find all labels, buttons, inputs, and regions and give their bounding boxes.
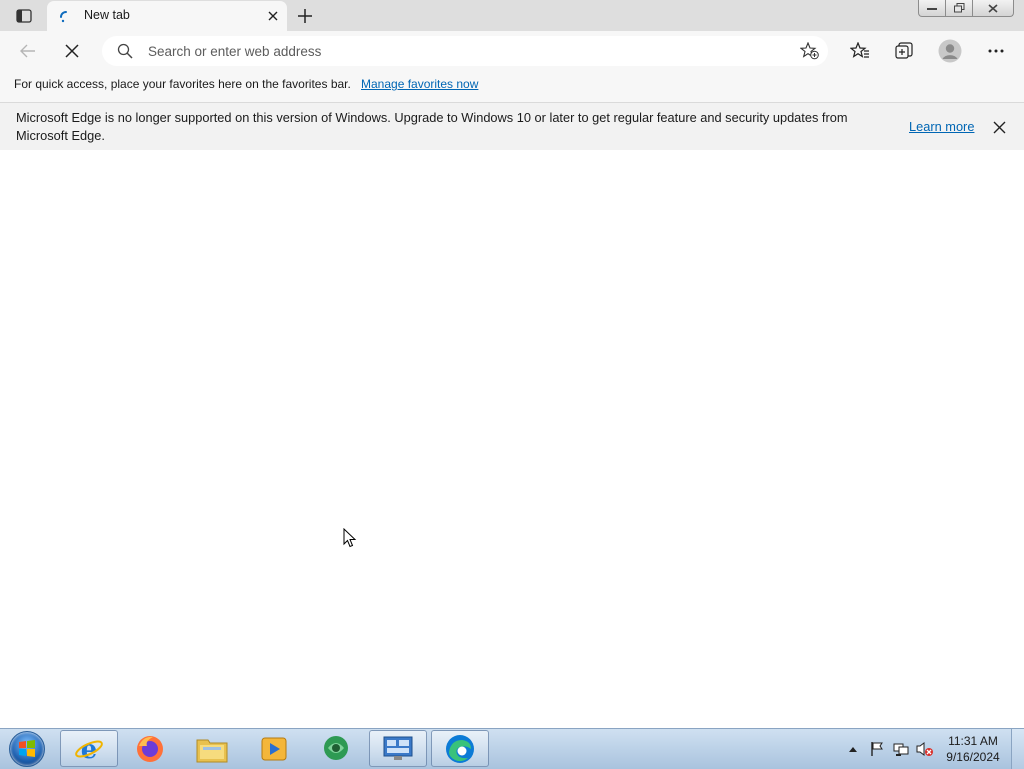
globe-chat-icon	[324, 735, 348, 760]
clock-time: 11:31 AM	[948, 734, 998, 748]
close-window-button[interactable]	[973, 0, 1014, 17]
address-bar[interactable]	[102, 36, 828, 66]
network-icon[interactable]	[891, 739, 911, 759]
windows-logo-icon	[9, 731, 45, 767]
clock-date: 9/16/2024	[946, 750, 1000, 764]
stop-loading-button[interactable]	[57, 37, 87, 65]
minimize-button[interactable]	[918, 0, 946, 17]
tab-actions-icon[interactable]	[10, 6, 38, 26]
favorites-bar: For quick access, place your favorites h…	[0, 71, 1024, 102]
tab-close-icon[interactable]	[265, 8, 281, 24]
new-tab-button[interactable]	[294, 5, 316, 27]
infobar-message: Microsoft Edge is no longer supported on…	[16, 110, 848, 143]
taskbar-firefox[interactable]	[121, 730, 179, 767]
remote-desktop-icon	[383, 736, 413, 760]
favorites-bar-hint: For quick access, place your favorites h…	[14, 77, 351, 91]
page-content[interactable]	[0, 150, 1024, 728]
taskbar-remote-desktop[interactable]	[369, 730, 427, 767]
system-clock[interactable]: 11:31 AM 9/16/2024	[940, 733, 1006, 765]
taskbar-file-explorer[interactable]	[183, 730, 241, 767]
settings-more-button[interactable]	[981, 37, 1011, 65]
tab-title: New tab	[84, 8, 130, 22]
firefox-icon	[137, 735, 163, 762]
internet-explorer-icon: e	[75, 735, 103, 764]
taskbar-microsoft-edge[interactable]	[431, 730, 489, 767]
tab-strip: New tab	[0, 0, 1024, 31]
edge-icon	[446, 734, 474, 763]
svg-text:e: e	[81, 735, 98, 764]
search-icon	[117, 43, 133, 59]
navigation-toolbar	[0, 31, 1024, 71]
profile-button[interactable]	[935, 37, 965, 65]
address-input[interactable]	[148, 36, 768, 66]
taskbar-media-player[interactable]	[245, 730, 303, 767]
taskbar-network-app[interactable]	[307, 730, 365, 767]
collections-button[interactable]	[889, 37, 919, 65]
restore-button[interactable]	[946, 0, 973, 17]
add-favorite-icon[interactable]	[798, 40, 822, 62]
favorites-button[interactable]	[845, 37, 875, 65]
system-tray	[843, 729, 939, 769]
window-controls	[918, 0, 1014, 17]
volume-muted-icon[interactable]	[915, 739, 935, 759]
manage-favorites-link[interactable]: Manage favorites now	[361, 77, 478, 91]
tab-new-tab[interactable]: New tab	[47, 1, 287, 31]
back-button[interactable]	[13, 37, 43, 65]
start-button[interactable]	[4, 730, 50, 768]
folder-icon	[196, 739, 228, 762]
close-icon[interactable]	[990, 118, 1008, 136]
media-player-icon	[261, 737, 287, 760]
show-hidden-icons-icon[interactable]	[843, 739, 863, 759]
learn-more-link[interactable]: Learn more	[909, 119, 974, 134]
taskbar-internet-explorer[interactable]: e	[60, 730, 118, 767]
action-center-flag-icon[interactable]	[867, 739, 887, 759]
unsupported-os-infobar: Microsoft Edge is no longer supported on…	[0, 102, 1024, 151]
taskbar: e 11:31 AM 9/16/2024	[0, 728, 1024, 769]
show-desktop-button[interactable]	[1011, 729, 1024, 769]
mouse-cursor-icon	[343, 527, 357, 552]
loading-favicon-icon	[57, 9, 71, 23]
